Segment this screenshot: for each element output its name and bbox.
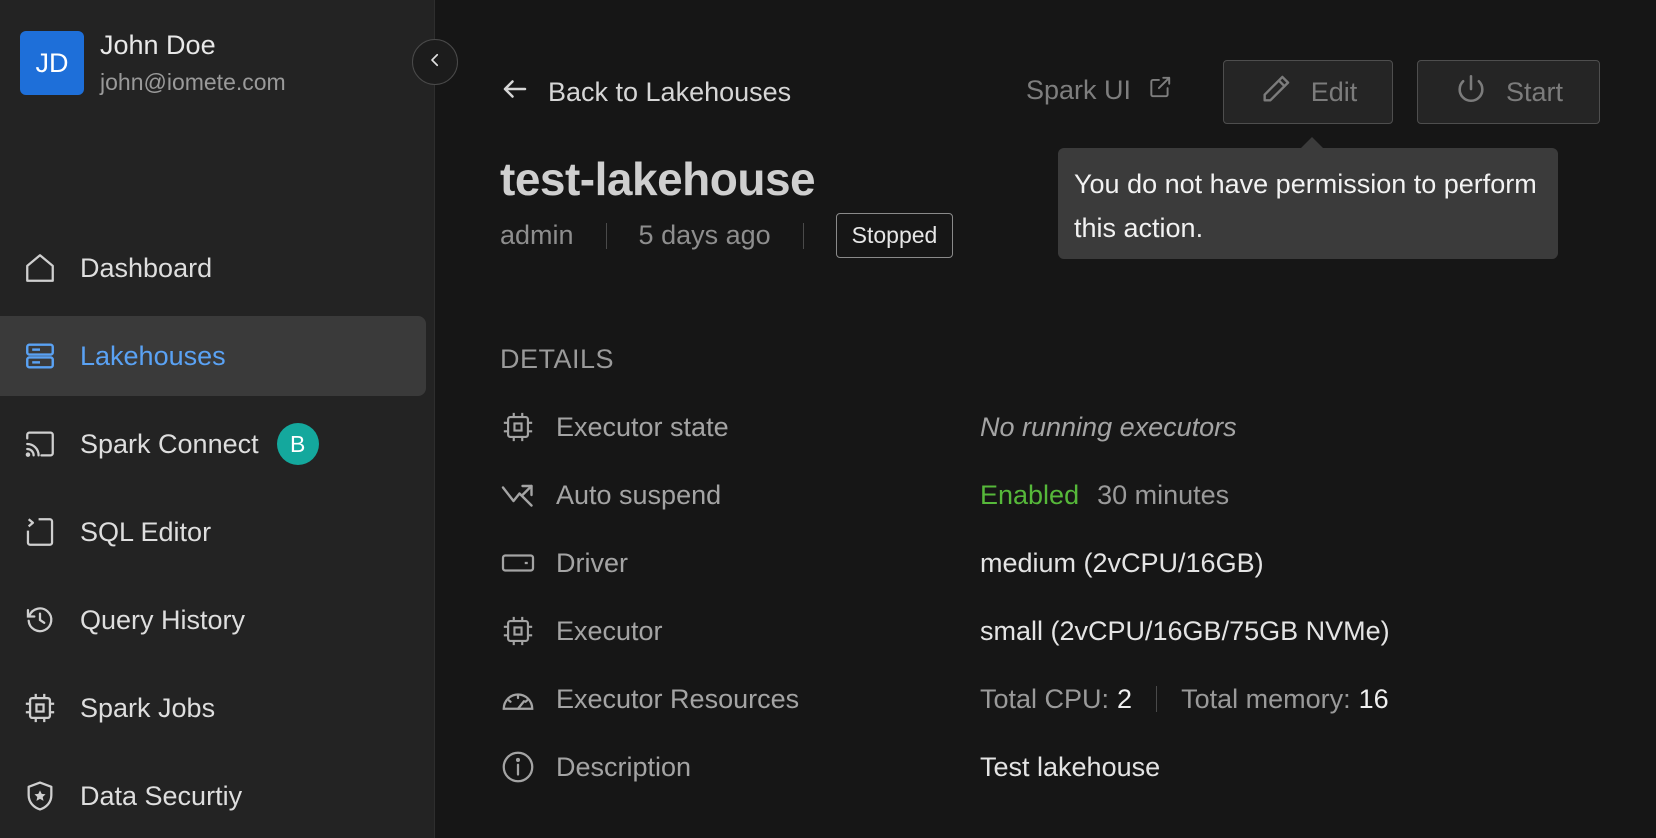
owner: admin <box>500 220 574 250</box>
memory-value: 16 <box>1358 683 1389 714</box>
user-info: John Doe john@iomete.com <box>100 28 286 98</box>
avatar[interactable]: JD <box>20 31 84 95</box>
code-file-icon <box>22 514 58 550</box>
detail-row-auto-suspend: Auto suspend Enabled 30 minutes <box>500 461 1620 529</box>
lakehouse-meta: admin 5 days ago Stopped <box>500 213 954 258</box>
info-icon <box>500 749 536 785</box>
sidebar-item-spark-jobs[interactable]: Spark Jobs <box>0 668 426 748</box>
sidebar-item-lakehouses[interactable]: Lakehouses <box>0 316 426 396</box>
sidebar-item-data-security[interactable]: Data Securtiy <box>0 756 426 836</box>
cpu-label: Total CPU: <box>980 683 1110 714</box>
sidebar-item-label: SQL Editor <box>80 516 212 547</box>
start-button[interactable]: Start <box>1417 60 1600 124</box>
detail-label: Executor Resources <box>556 683 800 714</box>
detail-label: Executor state <box>556 411 729 442</box>
detail-row-driver: Driver medium (2vCPU/16GB) <box>500 529 1620 597</box>
page-title: test-lakehouse <box>500 153 816 205</box>
divider <box>1156 686 1158 712</box>
chevron-left-icon <box>426 51 444 74</box>
home-icon <box>22 250 58 286</box>
permission-tooltip: You do not have permission to perform th… <box>1058 148 1558 259</box>
back-to-lakehouses-link[interactable]: Back to Lakehouses <box>500 74 791 111</box>
back-label: Back to Lakehouses <box>548 77 792 107</box>
sidebar-item-label: Spark Connect <box>80 428 259 459</box>
spark-ui-label: Spark UI <box>1026 75 1132 105</box>
detail-row-executor-resources: Executor Resources Total CPU: 2 Total me… <box>500 665 1620 733</box>
collapse-sidebar-button[interactable] <box>412 39 458 85</box>
auto-suspend-duration: 30 minutes <box>1097 479 1230 510</box>
driver-value: medium (2vCPU/16GB) <box>980 547 1264 578</box>
beta-badge: B <box>276 423 319 465</box>
tooltip-arrow <box>1301 137 1323 148</box>
start-label: Start <box>1505 76 1564 107</box>
gauge-icon <box>500 681 536 717</box>
description-value: Test lakehouse <box>980 751 1161 782</box>
hard-drive-icon <box>500 545 536 581</box>
arrow-left-icon <box>500 74 548 111</box>
edit-button[interactable]: Edit <box>1223 60 1393 124</box>
cast-icon <box>22 426 58 462</box>
user-email: john@iomete.com <box>100 69 286 95</box>
sidebar-item-query-history[interactable]: Query History <box>0 580 426 660</box>
user-name: John Doe <box>100 30 216 60</box>
details-list: Executor state No running executors Auto… <box>500 393 1620 801</box>
detail-row-description: Description Test lakehouse <box>500 733 1620 801</box>
sidebar-item-dashboard[interactable]: Dashboard <box>0 228 426 308</box>
trend-down-icon <box>500 477 536 513</box>
detail-label: Auto suspend <box>556 479 722 510</box>
memory-label: Total memory: <box>1181 683 1351 714</box>
main-content: Back to Lakehouses Spark UI Edit Start Y… <box>436 0 1656 838</box>
sidebar-item-sql-editor[interactable]: SQL Editor <box>0 492 426 572</box>
detail-row-executor: Executor small (2vCPU/16GB/75GB NVMe) <box>500 597 1620 665</box>
chip-icon <box>22 690 58 726</box>
external-link-icon <box>1131 74 1173 107</box>
power-icon <box>1454 72 1506 113</box>
sidebar-nav: Dashboard Lakehouses Spark Connect B SQL… <box>0 228 435 838</box>
sidebar-item-label: Dashboard <box>80 252 213 283</box>
chip-icon <box>500 409 536 445</box>
executor-value: small (2vCPU/16GB/75GB NVMe) <box>980 615 1390 646</box>
executor-state-value: No running executors <box>980 411 1237 442</box>
detail-label: Driver <box>556 547 628 578</box>
cpu-value: 2 <box>1117 683 1133 714</box>
sidebar-item-spark-connect[interactable]: Spark Connect B <box>0 404 426 484</box>
details-heading: DETAILS <box>500 344 615 374</box>
sidebar-item-label: Lakehouses <box>80 340 226 371</box>
divider <box>802 222 804 249</box>
chip-icon <box>500 613 536 649</box>
status-badge: Stopped <box>835 213 954 258</box>
history-icon <box>22 602 58 638</box>
sidebar-item-label: Data Securtiy <box>80 780 243 811</box>
divider <box>605 222 607 249</box>
sidebar-item-label: Query History <box>80 604 246 635</box>
sidebar-item-label: Spark Jobs <box>80 692 216 723</box>
sidebar: JD John Doe john@iomete.com Dashboard La… <box>0 0 435 838</box>
created-time: 5 days ago <box>638 220 771 250</box>
user-profile[interactable]: JD John Doe john@iomete.com <box>20 28 286 98</box>
detail-label: Executor <box>556 615 663 646</box>
spark-ui-link[interactable]: Spark UI <box>1026 74 1173 107</box>
server-icon <box>22 338 58 374</box>
shield-star-icon <box>22 778 58 814</box>
edit-label: Edit <box>1310 76 1358 107</box>
auto-suspend-status: Enabled <box>980 479 1080 510</box>
detail-label: Description <box>556 751 692 782</box>
pencil-icon <box>1259 72 1311 113</box>
detail-row-executor-state: Executor state No running executors <box>500 393 1620 461</box>
